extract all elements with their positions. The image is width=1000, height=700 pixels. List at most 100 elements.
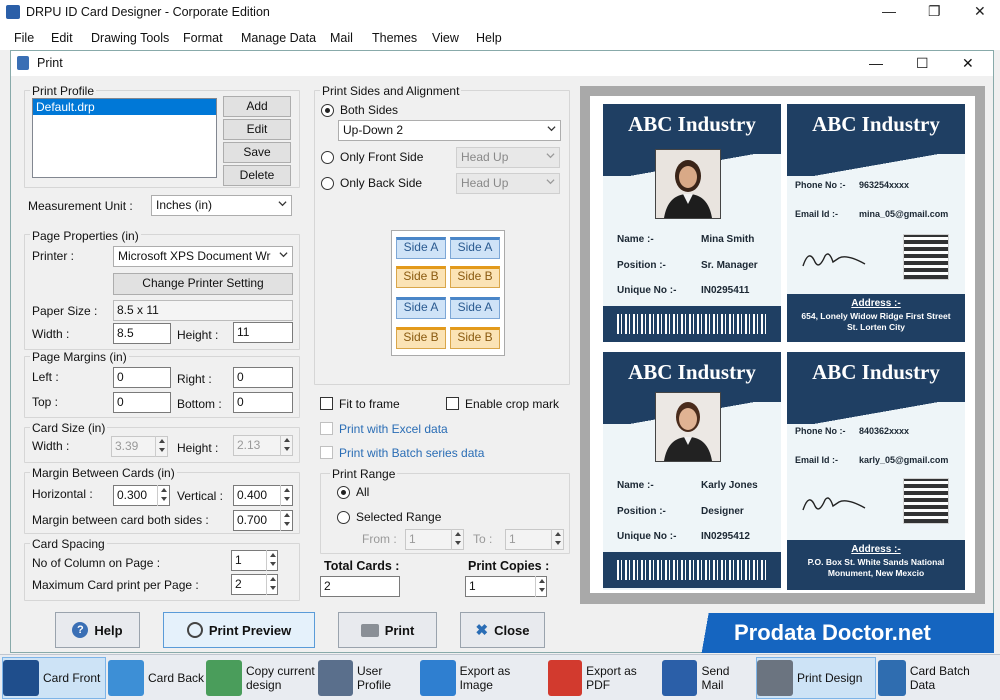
chevron-down-icon <box>546 153 555 159</box>
fit-to-frame-checkbox[interactable] <box>320 397 333 410</box>
card-back-1: ABC Industry Phone No :- 963254xxxx Emai… <box>787 104 965 342</box>
print-button[interactable]: Print <box>338 612 437 648</box>
edit-profile-button[interactable]: Edit <box>223 119 291 140</box>
export-image-icon <box>420 660 456 696</box>
delete-profile-button[interactable]: Delete <box>223 165 291 186</box>
print-profile-label: Print Profile <box>30 84 97 98</box>
columns-label: No of Column on Page : <box>32 556 161 570</box>
print-copies-spinner[interactable] <box>535 576 547 597</box>
chevron-down-icon <box>278 201 287 207</box>
menu-edit[interactable]: Edit <box>51 31 73 45</box>
from-spinner[interactable] <box>451 529 463 550</box>
brand-banner: Prodata Doctor.net <box>690 613 994 653</box>
card-back-tab[interactable]: Card Back <box>108 657 204 699</box>
crop-mark-checkbox[interactable] <box>446 397 459 410</box>
send-mail-tab[interactable]: Send Mail <box>662 657 754 699</box>
card-height-spinner[interactable] <box>280 435 292 456</box>
name-label: Name :- <box>617 480 654 491</box>
crop-mark-label: Enable crop mark <box>465 397 560 411</box>
dialog-close-icon[interactable]: ✕ <box>962 55 974 72</box>
app-titlebar: DRPU ID Card Designer - Corporate Editio… <box>0 0 1000 26</box>
print-sides-label: Print Sides and Alignment <box>320 84 462 98</box>
print-design-tab[interactable]: Print Design <box>756 657 876 699</box>
batch-data-icon <box>878 660 906 696</box>
print-range-label: Print Range <box>330 467 398 481</box>
max-cards-spinner[interactable] <box>266 574 278 595</box>
both-sides-label: Both Sides <box>340 103 399 117</box>
all-range-radio[interactable] <box>337 486 350 499</box>
unique-value: IN0295412 <box>701 531 750 542</box>
maximize-icon[interactable]: ❐ <box>928 3 941 20</box>
to-spinner[interactable] <box>551 529 563 550</box>
profile-list[interactable]: Default.drp <box>32 98 217 178</box>
back-side-select[interactable]: Head Up <box>456 173 560 194</box>
card-batch-data-tab[interactable]: Card Batch Data <box>878 657 998 699</box>
front-side-select[interactable]: Head Up <box>456 147 560 168</box>
close-button[interactable]: ✖ Close <box>460 612 545 648</box>
photo-avatar <box>655 392 721 462</box>
top-margin-label: Top : <box>32 395 59 409</box>
profile-list-item[interactable]: Default.drp <box>33 99 216 115</box>
all-range-label: All <box>356 485 370 499</box>
change-printer-button[interactable]: Change Printer Setting <box>113 273 293 295</box>
close-x-icon: ✖ <box>475 622 489 639</box>
front-side-value: Head Up <box>461 150 509 164</box>
measurement-unit-select[interactable]: Inches (in) <box>151 195 292 216</box>
copy-design-tab[interactable]: Copy current design <box>206 657 316 699</box>
right-margin-input[interactable]: 0 <box>233 367 293 388</box>
add-profile-button[interactable]: Add <box>223 96 291 117</box>
menu-manage-data[interactable]: Manage Data <box>241 31 316 45</box>
both-sides-margin-label: Margin between card both sides : <box>32 513 209 527</box>
page-margins-label: Page Margins (in) <box>30 350 129 364</box>
export-pdf-tab[interactable]: Export as PDF <box>548 657 660 699</box>
side-b-box: Side B <box>396 327 446 349</box>
print-preview-label: Print Preview <box>208 622 292 638</box>
close-icon[interactable]: ✕ <box>974 3 986 20</box>
total-cards-label: Total Cards : <box>324 559 400 573</box>
print-preview-button[interactable]: Print Preview <box>163 612 315 648</box>
address-box: Address :- P.O. Box St. White Sands Nati… <box>787 540 965 590</box>
dialog-maximize-icon[interactable]: ☐ <box>916 55 929 72</box>
left-margin-input[interactable]: 0 <box>113 367 171 388</box>
dialog-minimize-icon[interactable]: — <box>869 55 883 71</box>
menu-themes[interactable]: Themes <box>372 31 417 45</box>
minimize-icon[interactable]: — <box>882 3 896 19</box>
both-sides-select[interactable]: Up-Down 2 <box>338 120 561 141</box>
total-cards-field[interactable]: 2 <box>320 576 400 597</box>
horizontal-spinner[interactable] <box>157 485 169 506</box>
top-margin-input[interactable]: 0 <box>113 392 171 413</box>
batch-data-checkbox[interactable] <box>320 446 333 459</box>
copy-design-icon <box>206 660 242 696</box>
card-front-tab[interactable]: Card Front <box>2 657 106 699</box>
bottom-margin-input[interactable]: 0 <box>233 392 293 413</box>
print-label: Print <box>384 622 415 638</box>
qr-code-icon <box>903 478 949 524</box>
page-height-input[interactable]: 11 <box>233 322 293 343</box>
page-width-input[interactable]: 8.5 <box>113 323 171 344</box>
vertical-spinner[interactable] <box>280 485 292 506</box>
selected-range-radio[interactable] <box>337 511 350 524</box>
help-button[interactable]: ? Help <box>55 612 140 648</box>
back-side-radio[interactable] <box>321 177 334 190</box>
menu-mail[interactable]: Mail <box>330 31 353 45</box>
export-image-tab[interactable]: Export as Image <box>420 657 546 699</box>
address-label: Address :- <box>851 544 901 555</box>
both-sides-radio[interactable] <box>321 104 334 117</box>
user-profile-tab[interactable]: User Profile <box>318 657 418 699</box>
front-side-radio[interactable] <box>321 151 334 164</box>
bottom-toolbar: Card Front Card Back Copy current design… <box>0 654 1000 700</box>
menu-view[interactable]: View <box>432 31 459 45</box>
save-profile-button[interactable]: Save <box>223 142 291 163</box>
paper-size-field[interactable]: 8.5 x 11 <box>113 300 293 321</box>
menu-help[interactable]: Help <box>476 31 502 45</box>
printer-select[interactable]: Microsoft XPS Document Wr <box>113 246 293 267</box>
signature-icon <box>802 497 866 511</box>
menu-format[interactable]: Format <box>183 31 223 45</box>
menu-file[interactable]: File <box>14 31 34 45</box>
excel-data-checkbox[interactable] <box>320 422 333 435</box>
both-sides-spinner[interactable] <box>280 510 292 531</box>
measurement-unit-value: Inches (in) <box>156 198 213 212</box>
card-width-spinner[interactable] <box>155 436 167 457</box>
columns-spinner[interactable] <box>266 550 278 571</box>
menu-drawing-tools[interactable]: Drawing Tools <box>91 31 169 45</box>
